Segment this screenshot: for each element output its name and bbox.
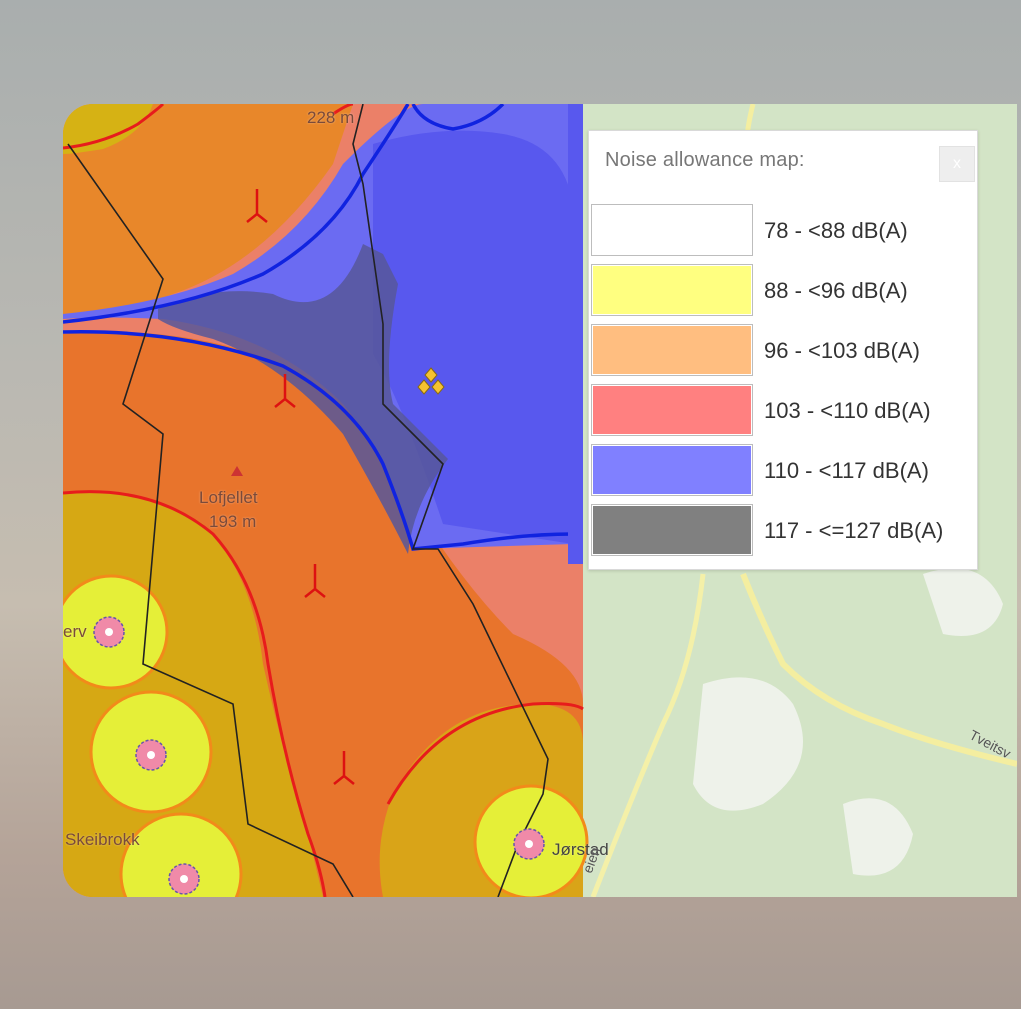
legend-swatch bbox=[591, 504, 753, 556]
legend-entry: 78 - <88 dB(A) bbox=[591, 204, 979, 256]
place-label-erv: erv bbox=[63, 622, 87, 641]
legend-entry: 110 - <117 dB(A) bbox=[591, 444, 979, 496]
legend-entry-label: 78 - <88 dB(A) bbox=[764, 218, 908, 243]
legend-swatch bbox=[591, 444, 753, 496]
noise-receptor-icon[interactable] bbox=[513, 828, 545, 860]
legend-entry-label: 88 - <96 dB(A) bbox=[764, 278, 908, 303]
noise-legend-panel: Noise allowance map: x 78 - <88 dB(A) 88… bbox=[588, 130, 978, 570]
legend-swatch bbox=[591, 204, 753, 256]
legend-entry: 96 - <103 dB(A) bbox=[591, 324, 979, 376]
peak-name-label: Lofjellet bbox=[199, 488, 258, 507]
legend-title: Noise allowance map: bbox=[605, 149, 805, 171]
legend-entry-label: 96 - <103 dB(A) bbox=[764, 338, 920, 363]
close-button[interactable]: x bbox=[939, 146, 975, 182]
legend-entry-label: 103 - <110 dB(A) bbox=[764, 398, 931, 423]
peak-elevation-label-top: 228 m bbox=[307, 108, 355, 127]
noise-receptor-icon[interactable] bbox=[93, 616, 125, 648]
noise-receptor-icon[interactable] bbox=[168, 863, 200, 895]
legend-entry-label: 110 - <117 dB(A) bbox=[764, 458, 929, 483]
legend-swatch bbox=[591, 324, 753, 376]
legend-swatch bbox=[591, 384, 753, 436]
legend-entry: 117 - <=127 dB(A) bbox=[591, 504, 979, 556]
legend-entry-label: 117 - <=127 dB(A) bbox=[764, 518, 944, 543]
legend-entry: 103 - <110 dB(A) bbox=[591, 384, 979, 436]
noise-receptor-icon[interactable] bbox=[135, 739, 167, 771]
place-label-skeibrokk: Skeibrokk bbox=[65, 830, 140, 849]
legend-swatch bbox=[591, 264, 753, 316]
legend-entry: 88 - <96 dB(A) bbox=[591, 264, 979, 316]
peak-elevation-label: 193 m bbox=[209, 512, 257, 531]
